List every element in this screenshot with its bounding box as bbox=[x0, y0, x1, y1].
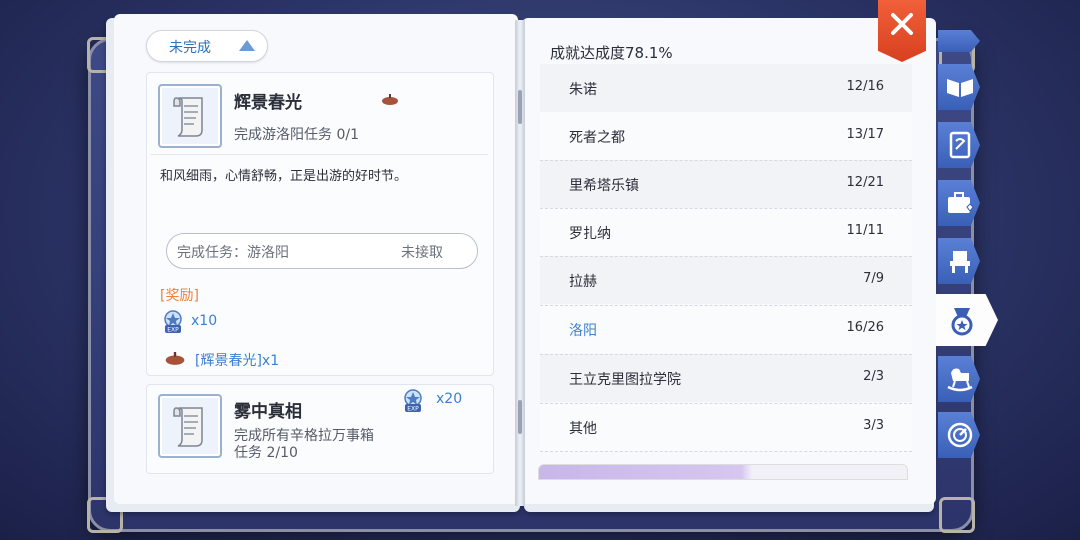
quest-scroll-icon-frame bbox=[158, 84, 222, 148]
svg-text:EXP: EXP bbox=[167, 327, 179, 334]
book-icon bbox=[947, 79, 973, 97]
row-divider bbox=[540, 403, 912, 404]
quest-progress-line2: 任务 2/10 bbox=[234, 445, 298, 461]
exp-reward-amount: x10 bbox=[191, 313, 218, 329]
gauge-icon bbox=[947, 422, 973, 448]
card-icon bbox=[949, 131, 971, 159]
quest-description: 和风细雨，心情舒畅，正是出游的好时节。 bbox=[160, 169, 408, 184]
filter-label: 未完成 bbox=[169, 40, 211, 56]
task-status: 未接取 bbox=[401, 245, 443, 261]
region-row[interactable]: 朱诺 12/16 bbox=[540, 64, 912, 112]
close-button[interactable] bbox=[878, 0, 926, 62]
task-label: 完成任务：游洛阳 bbox=[177, 245, 289, 261]
region-row[interactable]: 里希塔乐镇 12/21 bbox=[540, 160, 912, 208]
close-icon bbox=[891, 13, 913, 35]
spinning-top-icon bbox=[165, 352, 185, 365]
tab-achievement-medal[interactable] bbox=[936, 294, 998, 346]
card-divider bbox=[150, 154, 488, 155]
region-count: 12/21 bbox=[846, 175, 884, 190]
spinning-top-icon bbox=[382, 94, 398, 105]
row-divider bbox=[540, 305, 912, 306]
quest-title: 雾中真相 bbox=[234, 402, 302, 422]
region-count: 16/26 bbox=[846, 320, 884, 335]
row-divider bbox=[540, 160, 912, 161]
exp-reward-amount: x20 bbox=[436, 391, 463, 407]
exp-icon: EXP bbox=[404, 389, 422, 413]
region-row-selected[interactable]: 洛阳 16/26 bbox=[540, 305, 912, 353]
scroll-icon bbox=[173, 407, 203, 447]
next-section-tab[interactable] bbox=[538, 464, 908, 480]
region-name: 里希塔乐镇 bbox=[569, 178, 639, 194]
scroll-icon bbox=[173, 97, 203, 137]
row-divider bbox=[540, 208, 912, 209]
task-objective-pill[interactable]: 完成任务：游洛阳 未接取 bbox=[166, 233, 478, 269]
exp-icon: EXP bbox=[164, 310, 182, 334]
region-row[interactable]: 罗扎纳 11/11 bbox=[540, 208, 912, 256]
chevron-up-icon bbox=[239, 40, 255, 51]
region-count: 11/11 bbox=[846, 223, 884, 238]
page-scroll-grip bbox=[518, 400, 522, 434]
region-name: 死者之都 bbox=[569, 130, 625, 146]
achievement-rate: 成就达成度78.1% bbox=[550, 44, 673, 62]
region-count: 13/17 bbox=[846, 127, 884, 142]
reward-heading: [奖励] bbox=[160, 288, 199, 304]
region-count: 3/3 bbox=[863, 418, 884, 433]
region-row[interactable]: 其他 3/3 bbox=[540, 403, 912, 451]
region-name: 王立克里图拉学院 bbox=[569, 372, 681, 388]
rocking-horse-icon bbox=[947, 368, 973, 392]
region-name: 洛阳 bbox=[569, 323, 597, 339]
chair-icon bbox=[950, 251, 970, 273]
region-name: 拉赫 bbox=[569, 274, 597, 290]
svg-text:EXP: EXP bbox=[407, 406, 419, 413]
row-divider bbox=[540, 256, 912, 257]
region-row[interactable]: 死者之都 13/17 bbox=[540, 112, 912, 160]
item-reward: [辉景春光]x1 bbox=[195, 353, 280, 369]
region-name: 朱诺 bbox=[569, 82, 597, 98]
region-count: 7/9 bbox=[863, 271, 884, 286]
medal-icon bbox=[951, 308, 973, 336]
quest-scroll-icon-frame bbox=[158, 394, 222, 458]
quest-title: 辉景春光 bbox=[234, 93, 302, 113]
quest-progress: 完成游洛阳任务 0/1 bbox=[234, 127, 359, 143]
region-count: 2/3 bbox=[863, 369, 884, 384]
row-divider bbox=[540, 354, 912, 355]
briefcase-icon bbox=[948, 192, 974, 213]
page-scroll-grip bbox=[518, 90, 522, 124]
region-count: 12/16 bbox=[846, 79, 884, 94]
region-name: 其他 bbox=[569, 421, 597, 437]
region-name: 罗扎纳 bbox=[569, 226, 611, 242]
region-row[interactable]: 王立克里图拉学院 2/3 bbox=[540, 354, 912, 402]
status-filter-dropdown[interactable]: 未完成 bbox=[146, 30, 268, 62]
row-divider bbox=[540, 451, 912, 452]
cover-corner-ornament bbox=[939, 497, 975, 533]
region-row[interactable]: 拉赫 7/9 bbox=[540, 256, 912, 304]
